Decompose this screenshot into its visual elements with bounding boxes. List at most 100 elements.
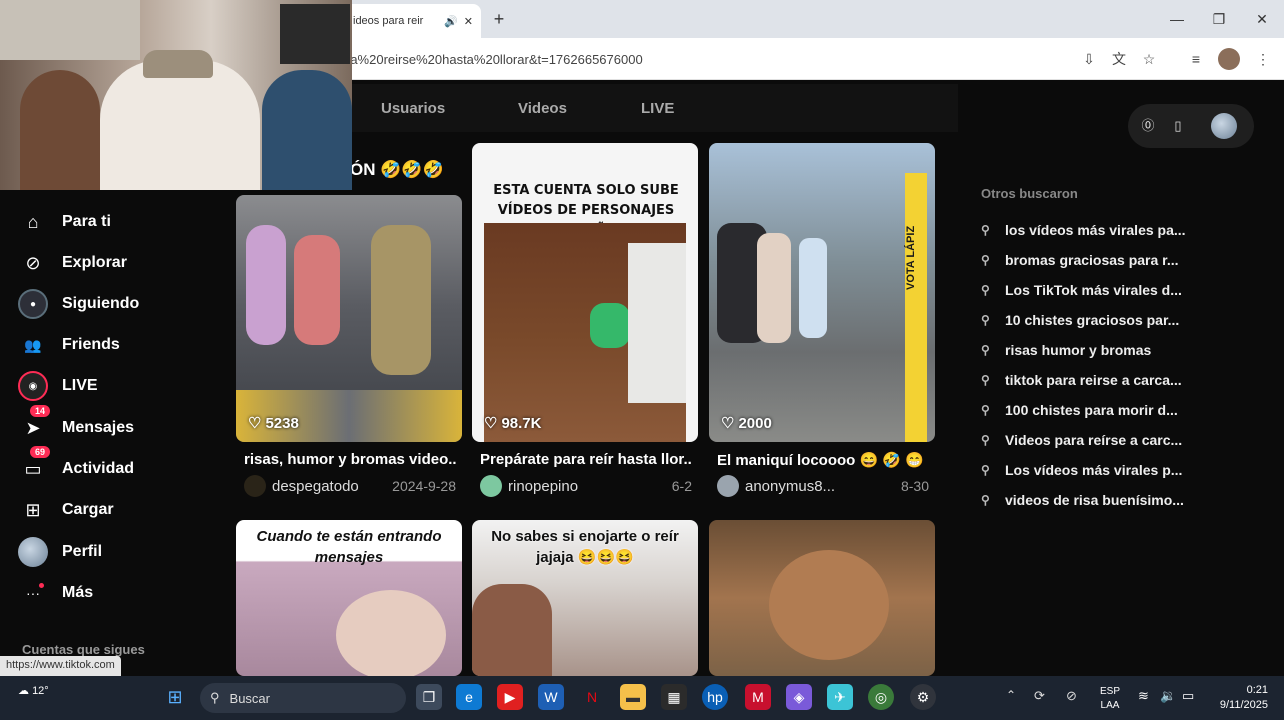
notification-dot: [39, 583, 44, 588]
nav-perfil[interactable]: ● Perfil: [18, 537, 102, 567]
suggestion-item[interactable]: ⚲ 100 chistes para morir d...: [981, 402, 1178, 418]
media-control-icon[interactable]: ≡: [1185, 48, 1207, 70]
video-title[interactable]: El maniquí locoooo 😄 🤣 😁 ...: [717, 451, 929, 469]
clock-date: 9/11/2025: [1219, 699, 1268, 711]
copilot-icon[interactable]: ◈: [786, 684, 812, 710]
store-icon[interactable]: ▦: [661, 684, 687, 710]
nav-cargar[interactable]: ⊞ Cargar: [18, 495, 113, 525]
suggestion-item[interactable]: ⚲ tiktok para reirse a carca...: [981, 372, 1182, 388]
video-card[interactable]: [709, 520, 935, 676]
weather-widget[interactable]: ☁ 12°: [18, 684, 49, 697]
tab-usuarios[interactable]: Usuarios: [381, 100, 445, 117]
coin-icon[interactable]: ⓪: [1138, 116, 1158, 136]
upload-icon: ⊞: [25, 499, 41, 520]
suggestion-item[interactable]: ⚲ los vídeos más virales pa...: [981, 222, 1186, 238]
video-card[interactable]: [236, 195, 462, 442]
translate-icon[interactable]: 文: [1108, 48, 1130, 70]
video-author[interactable]: anonymus8... 8-30: [717, 475, 929, 497]
maps-icon[interactable]: ✈: [827, 684, 853, 710]
search-icon: ⚲: [981, 343, 990, 357]
thumbnail-mannequin: [757, 233, 791, 343]
volume-icon[interactable]: 🔉: [1160, 688, 1176, 704]
tab-close-icon[interactable]: ✕: [464, 15, 473, 28]
nav-label: Mensajes: [62, 419, 135, 436]
thumbnail-figure: [246, 225, 286, 345]
edge-icon[interactable]: e: [456, 684, 482, 710]
tab-videos[interactable]: Videos: [518, 100, 567, 117]
video-card[interactable]: No sabes si enojarte o reír jajaja 😆😆😆: [472, 520, 698, 676]
tab-title: ideos para reir: [353, 15, 424, 27]
suggestion-item[interactable]: ⚲ Los TikTok más virales d...: [981, 282, 1182, 298]
maximize-button[interactable]: ❐: [1207, 8, 1231, 30]
nav-mensajes[interactable]: ➤ 14 Mensajes: [18, 405, 135, 443]
mcafee-icon[interactable]: M: [745, 684, 771, 710]
video-likes: ♡ 2000: [721, 414, 772, 433]
author-avatar: [717, 475, 739, 497]
friends-icon: 👥: [24, 336, 42, 353]
video-author[interactable]: rinopepino 6-2: [480, 475, 692, 497]
nav-para-ti[interactable]: ⌂ Para ti: [18, 207, 111, 237]
video-likes: ♡ 5238: [248, 414, 299, 433]
video-card[interactable]: VOTA LÁPIZ: [709, 143, 935, 442]
suggestion-item[interactable]: ⚲ videos de risa buenísimo...: [981, 492, 1184, 508]
battery-icon[interactable]: ▭: [1182, 688, 1194, 704]
clock[interactable]: 0:21 9/11/2025: [1212, 683, 1268, 713]
nav-label: Para ti: [62, 213, 111, 230]
thumbnail-calf: [769, 550, 889, 660]
address-bar[interactable]: ra%20reirse%20hasta%20llorar&t=176266567…: [340, 44, 1168, 74]
settings-icon[interactable]: ⚙: [910, 684, 936, 710]
hp-icon[interactable]: hp: [702, 684, 728, 710]
user-avatar[interactable]: [1211, 113, 1237, 139]
nav-mas[interactable]: ··· Más: [18, 578, 93, 608]
nav-explorar[interactable]: ⊘ Explorar: [18, 248, 126, 278]
url-text: ra%20reirse%20hasta%20llorar&t=176266567…: [346, 51, 643, 67]
suggestion-item[interactable]: ⚲ Los vídeos más virales p...: [981, 462, 1182, 478]
word-icon[interactable]: W: [538, 684, 564, 710]
browser-tab[interactable]: ideos para reir 🔊 ✕: [345, 4, 481, 38]
speaker-icon[interactable]: 🔊: [444, 15, 458, 28]
video-card[interactable]: ESTA CUENTA SOLO SUBE VÍDEOS DE PERSONAJ…: [472, 143, 698, 442]
nav-siguiendo[interactable]: ● Siguiendo: [18, 289, 139, 319]
video-title[interactable]: risas, humor y bromas video...: [244, 451, 456, 468]
activity-glyph: ▭: [24, 458, 42, 479]
suggestion-item[interactable]: ⚲ Videos para reírse a carc...: [981, 432, 1182, 448]
bookmark-star-icon[interactable]: ☆: [1138, 48, 1160, 70]
more-glyph: ···: [26, 585, 40, 601]
profile-avatar-icon[interactable]: [1218, 48, 1240, 70]
video-card[interactable]: Cuando te están entrando mensajes: [236, 520, 462, 676]
suggestion-text: Los vídeos más virales p...: [1005, 462, 1183, 478]
thumbnail-figure: [472, 584, 552, 676]
status-bar-url: https://www.tiktok.com: [0, 656, 121, 676]
wifi-icon[interactable]: ≋: [1138, 688, 1149, 704]
nav-friends[interactable]: 👥 Friends: [18, 330, 120, 360]
sync-icon[interactable]: ⟳: [1034, 688, 1045, 704]
suggestion-item[interactable]: ⚲ risas humor y bromas: [981, 342, 1151, 358]
youtube-icon[interactable]: ▶: [497, 684, 523, 710]
video-author[interactable]: despegatodo 2024-9-28: [244, 475, 456, 497]
video-title[interactable]: Prepárate para reír hasta llor...: [480, 451, 692, 468]
phone-app-icon[interactable]: ▯: [1168, 116, 1188, 136]
tray-overflow-icon[interactable]: ⌃: [1006, 688, 1016, 702]
close-window-button[interactable]: ✕: [1250, 8, 1274, 30]
webcam-background: [0, 0, 140, 60]
language-indicator[interactable]: ESP LAA: [1100, 685, 1120, 713]
suggestion-text: tiktok para reirse a carca...: [1005, 372, 1182, 388]
start-button-icon[interactable]: ⊞: [162, 684, 188, 710]
video-date: 2024-9-28: [392, 478, 456, 494]
bluetooth-off-icon[interactable]: ⊘: [1066, 688, 1077, 704]
new-tab-button[interactable]: +: [489, 9, 509, 29]
suggestion-item[interactable]: ⚲ 10 chistes graciosos par...: [981, 312, 1179, 328]
netflix-icon[interactable]: N: [579, 684, 605, 710]
taskbar-search[interactable]: ⚲ Buscar: [200, 683, 406, 713]
author-name: anonymus8...: [745, 477, 836, 495]
file-explorer-icon[interactable]: ▬: [620, 684, 646, 710]
minimize-button[interactable]: —: [1165, 8, 1189, 30]
nav-actividad[interactable]: ▭ 69 Actividad: [18, 446, 134, 484]
tab-live[interactable]: LIVE: [641, 100, 674, 117]
chrome-icon[interactable]: ◎: [868, 684, 894, 710]
browser-menu-icon[interactable]: ⋮: [1252, 48, 1274, 70]
nav-live[interactable]: ◉ LIVE: [18, 371, 98, 401]
install-app-icon[interactable]: ⇩: [1078, 48, 1100, 70]
task-view-icon[interactable]: ❐: [416, 684, 442, 710]
suggestion-item[interactable]: ⚲ bromas graciosas para r...: [981, 252, 1179, 268]
